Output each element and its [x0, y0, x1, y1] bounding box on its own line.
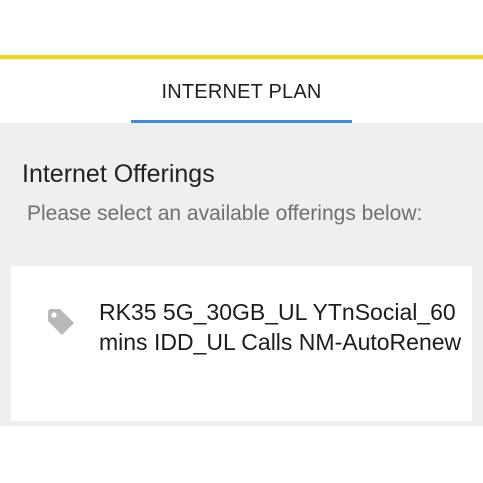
- section-title: Internet Offerings: [22, 160, 215, 188]
- offering-card[interactable]: RK35 5G_30GB_UL YTnSocial_60 mins IDD_UL…: [11, 266, 472, 421]
- section-subtitle: Please select an available offerings bel…: [27, 202, 423, 225]
- tab-internet-plan-label: INTERNET PLAN: [161, 81, 322, 103]
- tab-internet-plan[interactable]: INTERNET PLAN: [131, 59, 352, 123]
- tag-icon: [48, 309, 74, 335]
- tab-bar: INTERNET PLAN: [0, 59, 483, 123]
- offering-name: RK35 5G_30GB_UL YTnSocial_60 mins IDD_UL…: [99, 299, 462, 355]
- internet-plan-screen: INTERNET PLAN Internet Offerings Please …: [0, 0, 483, 483]
- offerings-section: Internet Offerings Please select an avai…: [0, 123, 483, 426]
